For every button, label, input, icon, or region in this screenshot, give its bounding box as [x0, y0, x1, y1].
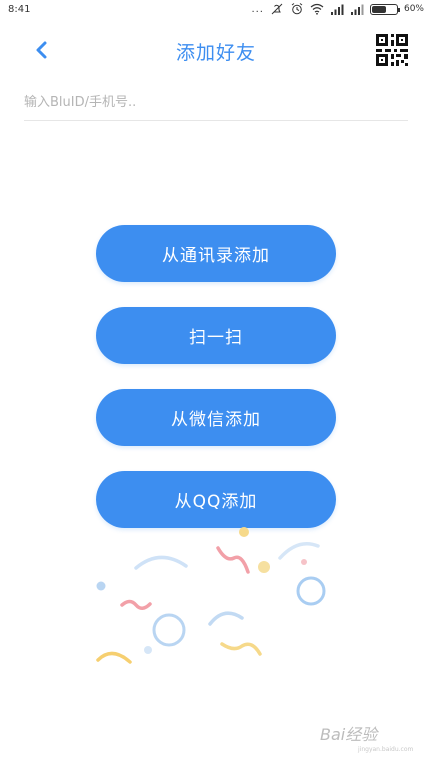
battery-tip	[397, 7, 400, 12]
confetti-decoration	[96, 527, 326, 664]
confetti-squiggle-yellow-1	[220, 642, 262, 656]
add-from-wechat-button[interactable]: 从微信添加	[96, 389, 336, 446]
confetti-dot-pink-1	[301, 559, 307, 565]
battery-percent: 60%	[403, 4, 424, 14]
confetti-squiggle-pink-1	[216, 546, 250, 574]
watermark-logo: Bai经验 jingyan.baidu.com	[320, 725, 414, 753]
qr-code-icon	[376, 34, 408, 66]
signal-icon-1	[330, 4, 344, 15]
confetti-arc-yellow-1	[96, 651, 132, 664]
watermark-text: Bai经验	[320, 725, 379, 744]
wifi-icon	[310, 3, 324, 15]
battery-fill	[371, 5, 386, 13]
battery-icon	[369, 3, 400, 15]
confetti-arc-blue-3	[208, 611, 244, 626]
screen: 8:41 ... 60% 添加好友 输入BluID/手机号.. 从通讯录添加 扫…	[0, 0, 432, 768]
add-friend-actions: 从通讯录添加 扫一扫 从微信添加 从QQ添加	[96, 225, 336, 553]
watermark-url: jingyan.baidu.com	[357, 746, 414, 753]
alarm-icon	[291, 3, 303, 15]
qr-code-button[interactable]	[374, 32, 410, 68]
confetti-dot-yellow-1	[239, 527, 249, 537]
status-time: 8:41	[8, 4, 31, 15]
search-field-wrap	[24, 86, 408, 121]
add-from-contacts-button[interactable]: 从通讯录添加	[96, 225, 336, 282]
scan-qr-button[interactable]: 扫一扫	[96, 307, 336, 364]
confetti-arc-blue-1	[134, 555, 188, 570]
notification-dots: ...	[251, 3, 264, 15]
search-input[interactable]	[24, 86, 408, 118]
confetti-arc-blue-2	[278, 542, 320, 560]
confetti-squiggle-pink-2	[120, 599, 152, 610]
confetti-ring-blue-2	[296, 576, 326, 606]
confetti-ring-blue-1	[152, 613, 186, 647]
mute-icon	[271, 3, 283, 15]
confetti-dot-blue-1	[96, 581, 106, 591]
confetti-dot-blue-2	[144, 646, 152, 654]
nav-bar: 添加好友	[0, 22, 432, 80]
signal-icon-2	[350, 4, 364, 15]
status-icons: ... 60%	[251, 3, 424, 15]
confetti-dot-yellow-2	[258, 561, 270, 573]
page-title: 添加好友	[175, 42, 256, 64]
status-bar: 8:41 ... 60%	[0, 0, 432, 22]
